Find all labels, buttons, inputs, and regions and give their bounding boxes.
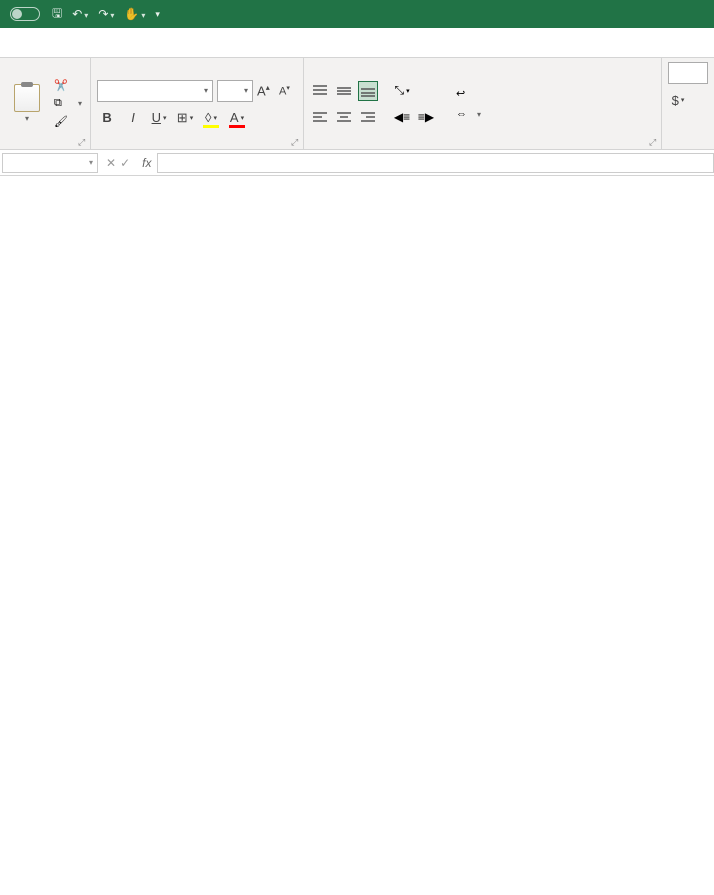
group-clipboard: ▾ ✂️ ⧉▾ 🖌 ⤢ xyxy=(0,58,91,149)
group-font: ▾ ▾ A▴ A▾ B I U▾ ⊞▾ ◊▾ A▾ ⤢ xyxy=(91,58,304,149)
group-number: $▾ xyxy=(662,58,714,149)
bold-button[interactable]: B xyxy=(97,108,117,128)
paste-button[interactable]: ▾ xyxy=(6,84,48,123)
qat-customize-icon[interactable]: ▾ xyxy=(155,9,160,20)
merge-center-button[interactable]: ⇔▾ xyxy=(452,106,485,122)
fill-color-button[interactable]: ◊▾ xyxy=(201,108,221,128)
undo-icon[interactable]: ↶▾ xyxy=(72,7,88,21)
wrap-text-button[interactable]: ↩ xyxy=(452,85,485,102)
ribbon: ▾ ✂️ ⧉▾ 🖌 ⤢ ▾ ▾ A▴ A▾ B I xyxy=(0,58,714,150)
decrease-indent-button[interactable]: ◀≡ xyxy=(392,107,412,127)
italic-button[interactable]: I xyxy=(123,108,143,128)
copy-button[interactable]: ⧉▾ xyxy=(52,96,84,112)
enter-formula-icon[interactable]: ✓ xyxy=(120,156,130,170)
align-top-button[interactable] xyxy=(310,81,330,101)
format-painter-button[interactable]: 🖌 xyxy=(52,114,84,130)
merge-icon: ⇔ xyxy=(456,108,467,120)
cancel-formula-icon[interactable]: ✕ xyxy=(106,156,116,170)
cut-button[interactable]: ✂️ xyxy=(52,78,84,94)
increase-font-icon[interactable]: A▴ xyxy=(257,83,275,98)
save-icon[interactable]: 🖫 xyxy=(52,4,62,25)
number-format-select[interactable] xyxy=(668,62,708,84)
align-right-button[interactable] xyxy=(358,107,378,127)
quick-access-toolbar: 🖫 ↶▾ ↷▾ ✋▾ ▾ xyxy=(52,4,160,25)
underline-button[interactable]: U▾ xyxy=(149,108,169,128)
align-left-button[interactable] xyxy=(310,107,330,127)
font-size-select[interactable]: ▾ xyxy=(217,80,253,102)
font-name-select[interactable]: ▾ xyxy=(97,80,213,102)
clipboard-launcher-icon[interactable]: ⤢ xyxy=(78,137,88,147)
decrease-font-icon[interactable]: A▾ xyxy=(279,84,297,98)
redo-icon[interactable]: ↷▾ xyxy=(98,7,114,21)
border-button[interactable]: ⊞▾ xyxy=(175,108,195,128)
font-color-button[interactable]: A▾ xyxy=(227,108,247,128)
group-alignment: ⤡▾ ◀≡ ≡▶ ↩ ⇔▾ ⤢ xyxy=(304,58,662,149)
format-painter-icon: 🖌 xyxy=(54,115,68,129)
currency-button[interactable]: $▾ xyxy=(668,90,688,110)
ribbon-tabs xyxy=(0,28,714,58)
align-center-button[interactable] xyxy=(334,107,354,127)
alignment-launcher-icon[interactable]: ⤢ xyxy=(649,137,659,147)
formula-bar[interactable] xyxy=(157,153,714,173)
orientation-button[interactable]: ⤡▾ xyxy=(392,81,412,101)
wrap-text-icon: ↩ xyxy=(456,87,465,100)
align-middle-button[interactable] xyxy=(334,81,354,101)
formula-bar-row: ▾ ✕ ✓ fx xyxy=(0,150,714,176)
name-box[interactable]: ▾ xyxy=(2,153,98,173)
font-launcher-icon[interactable]: ⤢ xyxy=(291,137,301,147)
titlebar: 🖫 ↶▾ ↷▾ ✋▾ ▾ xyxy=(0,0,714,28)
increase-indent-button[interactable]: ≡▶ xyxy=(416,107,436,127)
paste-icon xyxy=(14,84,40,112)
cut-icon: ✂️ xyxy=(54,79,68,93)
copy-icon: ⧉ xyxy=(54,97,68,111)
autosave-toggle[interactable] xyxy=(6,7,40,21)
fx-icon[interactable]: fx xyxy=(136,156,157,170)
align-bottom-button[interactable] xyxy=(358,81,378,101)
touch-mode-icon[interactable]: ✋▾ xyxy=(124,7,145,21)
